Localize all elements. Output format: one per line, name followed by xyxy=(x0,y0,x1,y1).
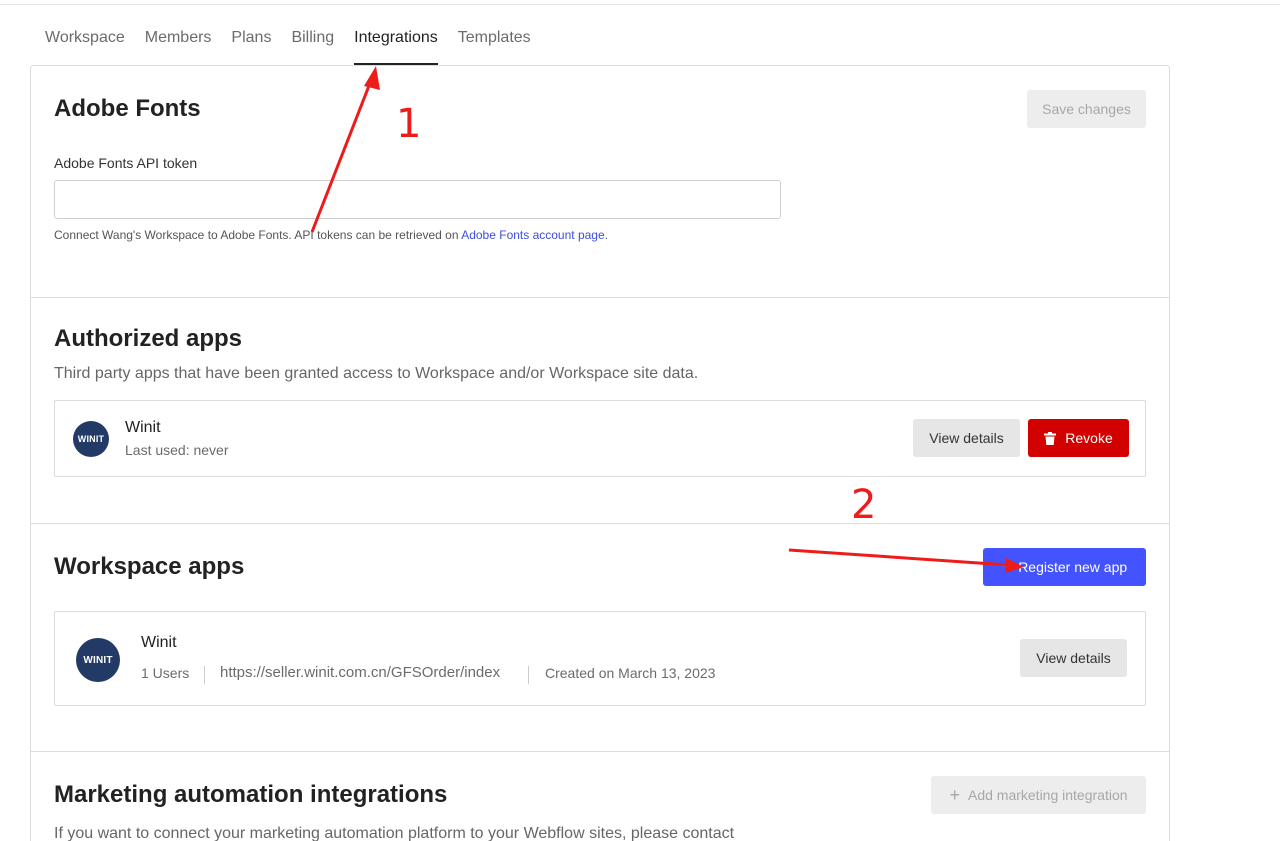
plus-icon: + xyxy=(1001,558,1012,575)
workspace-view-details-button[interactable]: View details xyxy=(1020,639,1127,677)
marketing-section: Marketing automation integrations + Add … xyxy=(31,752,1169,841)
revoke-button[interactable]: Revoke xyxy=(1028,419,1129,457)
winit-logo: WINIT xyxy=(73,421,109,457)
authorized-app-card: WINIT Winit Last used: never View detail… xyxy=(54,400,1146,477)
adobe-token-label: Adobe Fonts API token xyxy=(54,155,198,171)
marketing-subtitle: If you want to connect your marketing au… xyxy=(54,825,735,841)
tab-integrations[interactable]: Integrations xyxy=(354,24,438,65)
add-marketing-label: Add marketing integration xyxy=(967,787,1128,803)
save-changes-button[interactable]: Save changes xyxy=(1027,90,1146,128)
authorized-apps-section: Authorized apps Third party apps that ha… xyxy=(31,298,1169,523)
adobe-account-link[interactable]: Adobe Fonts account page xyxy=(461,228,604,242)
trash-icon xyxy=(1044,431,1057,445)
register-new-app-button[interactable]: + Register new app xyxy=(983,548,1146,586)
workspace-apps-title: Workspace apps xyxy=(54,553,245,580)
workspace-app-card: WINIT Winit 1 Users https://seller.winit… xyxy=(54,611,1146,706)
authorized-apps-title: Authorized apps xyxy=(54,325,243,352)
workspace-app-url[interactable]: https://seller.winit.com.cn/GFSOrder/ind… xyxy=(220,664,500,681)
workspace-app-created: Created on March 13, 2023 xyxy=(545,665,716,681)
adobe-help-text: Connect Wang's Workspace to Adobe Fonts.… xyxy=(54,228,608,242)
adobe-help-prefix: Connect Wang's Workspace to Adobe Fonts.… xyxy=(54,228,462,242)
tab-members[interactable]: Members xyxy=(145,24,212,65)
adobe-fonts-title: Adobe Fonts xyxy=(54,95,201,122)
meta-separator xyxy=(204,666,205,684)
authorized-app-name: Winit xyxy=(125,419,161,436)
authorized-view-details-button[interactable]: View details xyxy=(913,419,1020,457)
authorized-app-last-used: Last used: never xyxy=(125,442,229,458)
adobe-fonts-section: Adobe Fonts Save changes Adobe Fonts API… xyxy=(31,66,1169,298)
revoke-label: Revoke xyxy=(1065,430,1113,446)
top-rule xyxy=(0,4,1280,5)
integrations-panel: Adobe Fonts Save changes Adobe Fonts API… xyxy=(30,65,1170,841)
authorized-apps-subtitle: Third party apps that have been granted … xyxy=(54,365,699,382)
winit-logo: WINIT xyxy=(76,638,120,682)
register-new-app-label: Register new app xyxy=(1018,559,1128,575)
annotation-number-2: 2 xyxy=(851,482,877,528)
tab-workspace[interactable]: Workspace xyxy=(45,24,125,65)
adobe-token-input[interactable] xyxy=(54,180,781,219)
tab-templates[interactable]: Templates xyxy=(458,24,531,65)
meta-separator xyxy=(528,666,529,684)
tab-billing[interactable]: Billing xyxy=(291,24,334,65)
workspace-app-users: 1 Users xyxy=(141,665,190,681)
tab-plans[interactable]: Plans xyxy=(231,24,271,65)
add-marketing-integration-button[interactable]: + Add marketing integration xyxy=(931,776,1146,814)
adobe-help-suffix: . xyxy=(604,228,608,242)
marketing-title: Marketing automation integrations xyxy=(54,781,448,808)
workspace-app-name: Winit xyxy=(141,634,177,651)
workspace-apps-section: Workspace apps + Register new app WINIT … xyxy=(31,524,1169,752)
settings-tabs: Workspace Members Plans Billing Integrat… xyxy=(45,24,551,66)
plus-icon: + xyxy=(949,785,960,805)
annotation-number-1: 1 xyxy=(396,101,422,147)
